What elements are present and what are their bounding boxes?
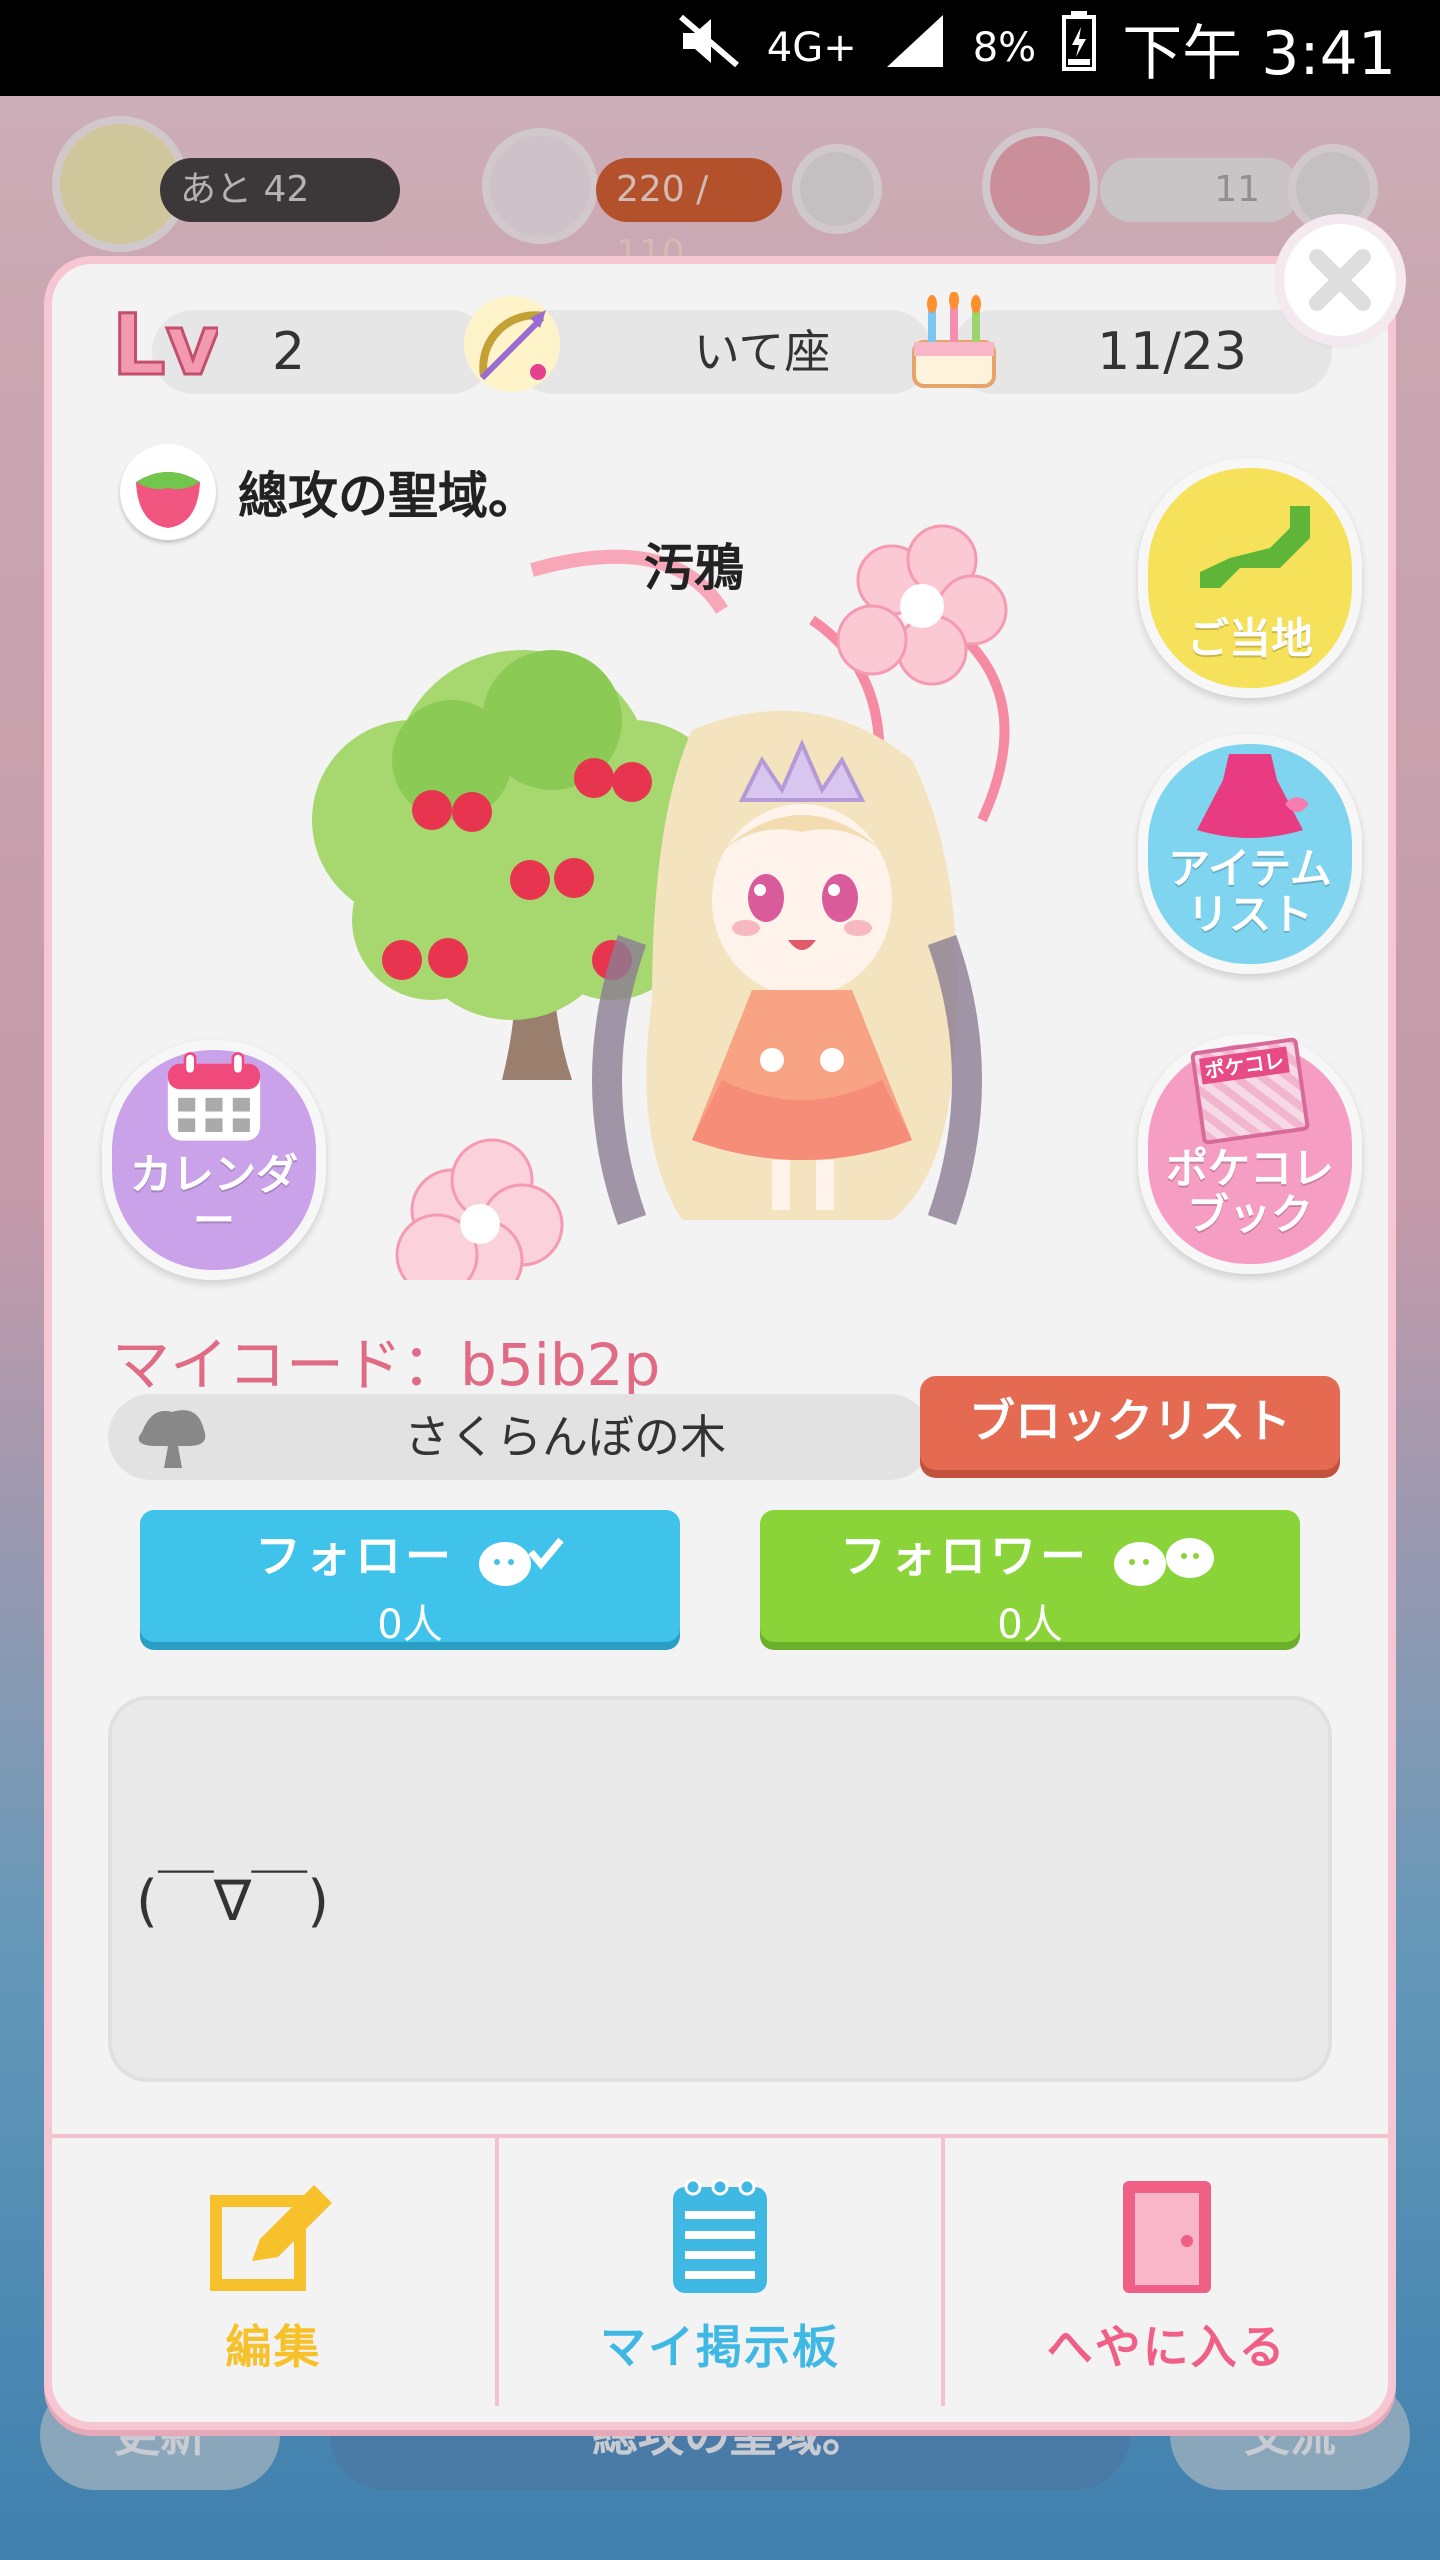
- follow-button[interactable]: フォロー 0人: [140, 1510, 680, 1648]
- notepad-icon: [673, 2178, 767, 2293]
- status-bar: 4G+ 8% 下午 3:41: [0, 0, 1440, 96]
- blocklist-button[interactable]: ブロックリスト: [920, 1376, 1340, 1470]
- battery-percent: 8%: [972, 25, 1037, 71]
- local-button[interactable]: ご当地: [1138, 458, 1362, 698]
- follow-count: 0人: [377, 1602, 443, 1648]
- follower-count: 0人: [997, 1602, 1063, 1648]
- tree-name: さくらんぼの木: [404, 1410, 726, 1464]
- clock: 下午 3:41: [1122, 18, 1396, 89]
- my-code: マイコード：b5ib2p: [112, 1331, 661, 1399]
- item-list-button[interactable]: アイテム リスト: [1138, 734, 1362, 974]
- edit-button[interactable]: 編集: [52, 2138, 499, 2406]
- birthday-value: 11/23: [1097, 322, 1247, 382]
- my-board-label: マイ掲示板: [600, 2320, 840, 2374]
- book-icon: ポケコレ: [1189, 1036, 1311, 1146]
- zodiac-pill: いて座: [512, 310, 932, 394]
- pokecolle-book-label: ポケコレ ブック: [1165, 1144, 1334, 1239]
- mute-icon: [677, 13, 741, 84]
- bio-box: (￣∇￣): [108, 1696, 1332, 2082]
- edit-label: 編集: [225, 2320, 322, 2374]
- action-bar: 編集 マイ掲示板 へやに入る: [52, 2134, 1388, 2406]
- profile-dialog: Lv 2 いて座 11/23 總攻の聖域。 汚鴉 ご当地 アイテム リスト カレ…: [44, 256, 1396, 2430]
- pokecolle-book-button[interactable]: ポケコレ ポケコレ ブック: [1138, 1034, 1362, 1274]
- book-tag: ポケコレ: [1199, 1046, 1290, 1085]
- japan-map-icon: [1200, 506, 1310, 588]
- signal-icon: [883, 13, 947, 84]
- zodiac-value: いて座: [693, 325, 831, 379]
- calendar-button[interactable]: カレンダー: [102, 1040, 326, 1280]
- character-name: 汚鴉: [644, 539, 744, 597]
- level-icon: Lv: [108, 292, 222, 396]
- follower-label: フォロワー: [839, 1529, 1090, 1583]
- level-value: 2: [272, 322, 306, 382]
- birthday-cake-icon: [906, 291, 1002, 396]
- strawberry-icon: [120, 444, 216, 540]
- battery-icon: [1062, 10, 1097, 86]
- item-list-label: アイテム リスト: [1168, 844, 1332, 939]
- dress-icon: [1197, 754, 1309, 838]
- local-label: ご当地: [1186, 614, 1313, 663]
- follow-check-icon: [479, 1537, 564, 1586]
- calendar-icon: [167, 1052, 261, 1141]
- edit-pencil-icon: [210, 2185, 333, 2291]
- network-type-icon: 4G+: [766, 25, 857, 71]
- tree-pill: さくらんぼの木: [108, 1394, 932, 1480]
- tree-silhouette-icon: [138, 1410, 206, 1468]
- close-button[interactable]: [1284, 224, 1396, 336]
- followers-icon: [1114, 1537, 1214, 1586]
- enter-room-button[interactable]: へやに入る: [945, 2138, 1388, 2406]
- enter-room-label: へやに入る: [1046, 2320, 1287, 2374]
- follow-label: フォロー: [254, 1529, 455, 1583]
- sagittarius-icon: [460, 292, 564, 400]
- calendar-label: カレンダー: [129, 1150, 298, 1245]
- birthday-pill: 11/23: [952, 310, 1332, 394]
- close-icon: [1309, 249, 1371, 311]
- profile-title: 總攻の聖域。: [238, 467, 538, 525]
- avatar-scene: [252, 520, 1132, 1302]
- bio-text: (￣∇￣): [136, 1869, 330, 1934]
- svg-text:Lv: Lv: [112, 296, 218, 388]
- door-icon: [1122, 2181, 1211, 2293]
- follower-button[interactable]: フォロワー 0人: [760, 1510, 1300, 1648]
- my-board-button[interactable]: マイ掲示板: [499, 2138, 946, 2406]
